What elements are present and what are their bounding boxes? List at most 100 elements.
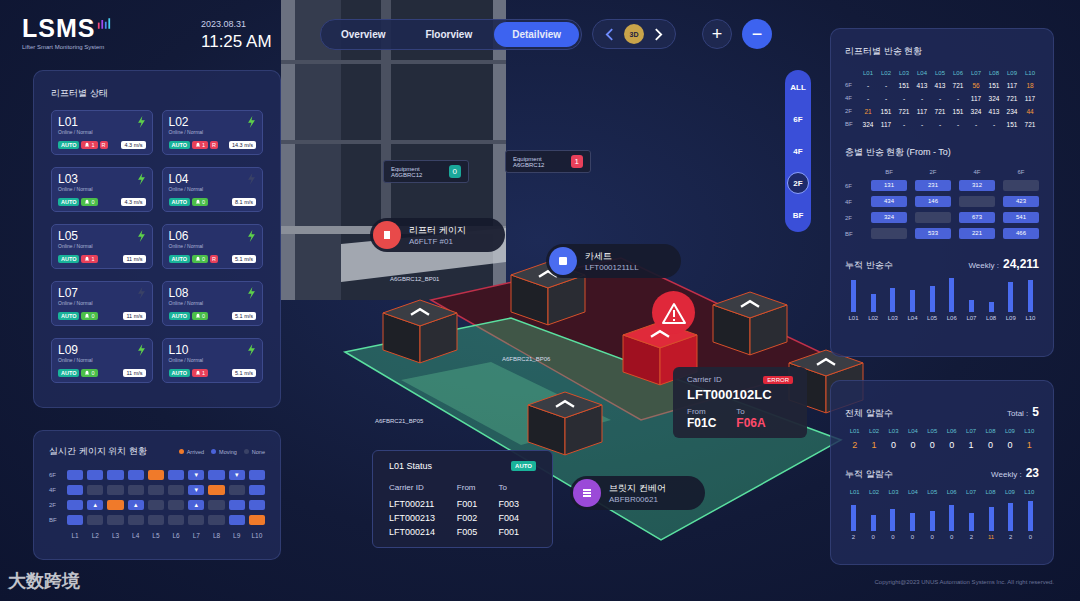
floor-label: BF (845, 121, 859, 128)
table-cell: 721 (1021, 121, 1039, 128)
scene-illustration (281, 0, 830, 601)
right-column: 리프터별 반송 현황L01L02L03L04L05L06L07L08L09L10… (830, 0, 1054, 601)
table-cell: 151 (877, 108, 895, 115)
lifter-card[interactable]: L07Online / NormalAUTO 011 m/s (51, 281, 153, 326)
alarm-badge: 0 (192, 255, 208, 263)
table-header: L08 (985, 70, 1003, 76)
panel-title: 층별 반송 현황 (From - To) (845, 146, 1039, 159)
equipment-count: 0 (449, 165, 461, 178)
bar (1008, 503, 1013, 531)
table-header: L06 (942, 428, 961, 434)
bolt-icon (137, 230, 146, 242)
lifter-transfer-table: L01L02L03L04L05L06L07L08L09L106F--151413… (845, 70, 1039, 128)
carrier-cube[interactable] (713, 292, 787, 355)
mode-3d-button[interactable]: 3D (624, 24, 644, 44)
lifter-card[interactable]: L09Online / NormalAUTO 011 m/s (51, 338, 153, 383)
speed: 11 m/s (123, 369, 145, 377)
view-tab[interactable]: Overview (323, 22, 403, 47)
to-value: F06A (736, 416, 765, 430)
lifter-card[interactable]: L10Online / NormalAUTO 15.1 m/s (162, 338, 264, 383)
bar-label: L04 (907, 315, 917, 321)
table-cell: - (895, 95, 913, 102)
lifter-card[interactable]: L08Online / NormalAUTO 05.1 m/s (162, 281, 264, 326)
cage-cell (168, 485, 184, 495)
remote-flag: R (210, 255, 218, 263)
lifter-column-label: L2 (87, 532, 103, 539)
lifter-card[interactable]: L05Online / NormalAUTO 111 m/s (51, 224, 153, 269)
error-card[interactable]: Carrier IDERRORLFT000102LCFromF01CToF06A (673, 367, 807, 438)
cage-cell (107, 500, 123, 510)
lifter-card[interactable]: L01Online / NormalAUTO 1R4.3 m/s (51, 110, 153, 155)
bar (890, 509, 895, 531)
table-cell: 413 (931, 82, 949, 89)
table-cell: F001 (498, 527, 536, 537)
table-header: L05 (923, 428, 942, 434)
alarm-total: 5 (1032, 405, 1039, 419)
table-cell: 721 (949, 82, 967, 89)
zoom-out-button[interactable]: − (742, 19, 772, 49)
zoom-in-button[interactable]: + (702, 19, 732, 49)
bar-value: 0 (1029, 534, 1032, 540)
bar (1028, 501, 1033, 531)
lifter-name: L02 (169, 116, 204, 129)
floor-button[interactable]: BF (787, 204, 809, 226)
legend: ArrivedMovingNone (179, 449, 265, 455)
view-tab[interactable]: Detailview (494, 22, 579, 47)
bar (949, 278, 954, 312)
lifter-card[interactable]: L06Online / NormalAUTO 0R5.1 m/s (162, 224, 264, 269)
warning-marker[interactable] (652, 291, 695, 334)
floor-button[interactable]: 2F (787, 172, 809, 194)
view-tabs: OverviewFloorviewDetailview (320, 19, 582, 50)
table-header: BF (871, 169, 907, 175)
callout-id: A6FLTF #01 (409, 237, 466, 246)
table-cell: 151 (895, 82, 913, 89)
view-tab[interactable]: Floorview (407, 22, 490, 47)
transfer-panel: 리프터별 반송 현황L01L02L03L04L05L06L07L08L09L10… (830, 28, 1054, 357)
component-callout[interactable]: 브릿지 컨베어ABFBR00621 (570, 476, 705, 510)
table-header: L02 (877, 70, 895, 76)
speed: 11 m/s (123, 255, 145, 263)
carrier-cube[interactable] (383, 300, 457, 363)
chevron-left-icon[interactable] (605, 28, 614, 41)
error-card-label: Carrier ID (687, 375, 722, 384)
bar-value: 2 (852, 534, 855, 540)
bar-value: 0 (930, 534, 933, 540)
lifter-card[interactable]: L02Online / NormalAUTO 1R14.3 m/s (162, 110, 264, 155)
floor-button[interactable]: 4F (787, 140, 809, 162)
view-pager: 3D (592, 19, 676, 49)
lifter-name: L01 (58, 116, 93, 129)
table-header: L02 (864, 489, 883, 495)
alarm-count: 2 (845, 440, 864, 450)
chevron-right-icon[interactable] (654, 28, 663, 41)
lifter-card[interactable]: L04Online / NormalAUTO 08.1 m/s (162, 167, 264, 212)
bar (1028, 280, 1033, 312)
lifter-card[interactable]: L03Online / NormalAUTO 04.3 m/s (51, 167, 153, 212)
cage-cell: ▴ (87, 500, 103, 510)
scene-3d[interactable]: OverviewFloorviewDetailview 3D +− ALL 6F 4F 2F… (281, 0, 830, 601)
floor-transfer-table: BF2F4F6F6F1312313124F4341464232F32467354… (845, 169, 1039, 239)
equipment-label[interactable]: EquipmentA6GBRC120 (383, 160, 469, 183)
table-cell: 466 (1003, 228, 1039, 239)
speed: 11 m/s (123, 312, 145, 320)
floor-button[interactable]: 6F (787, 108, 809, 130)
mode-tag: AUTO (58, 312, 79, 320)
bolt-icon (137, 173, 146, 185)
floor-button[interactable]: ALL (787, 76, 809, 98)
lifter-status: Online / Normal (169, 129, 204, 135)
equipment-label[interactable]: EquipmentA6GBRC121 (505, 150, 591, 173)
table-header: L09 (1003, 70, 1021, 76)
cage-icon (373, 221, 401, 249)
table-header: L07 (961, 428, 980, 434)
port-label: A6FBRC21_BP06 (502, 356, 550, 362)
lifter-name: L05 (58, 230, 93, 243)
cage-cell (107, 485, 123, 495)
lifter-status: Online / Normal (58, 186, 93, 192)
table-header: To (498, 483, 536, 492)
component-callout[interactable]: 카세트LFT0001211LL (546, 244, 681, 278)
carrier-cube[interactable] (528, 392, 602, 455)
alarm-count: 1 (864, 440, 883, 450)
component-callout[interactable]: 리프터 케이지A6FLTF #01 (370, 218, 505, 252)
mode-tag: AUTO (511, 461, 536, 471)
mode-tag: AUTO (169, 255, 190, 263)
lifter-name: L03 (58, 173, 93, 186)
